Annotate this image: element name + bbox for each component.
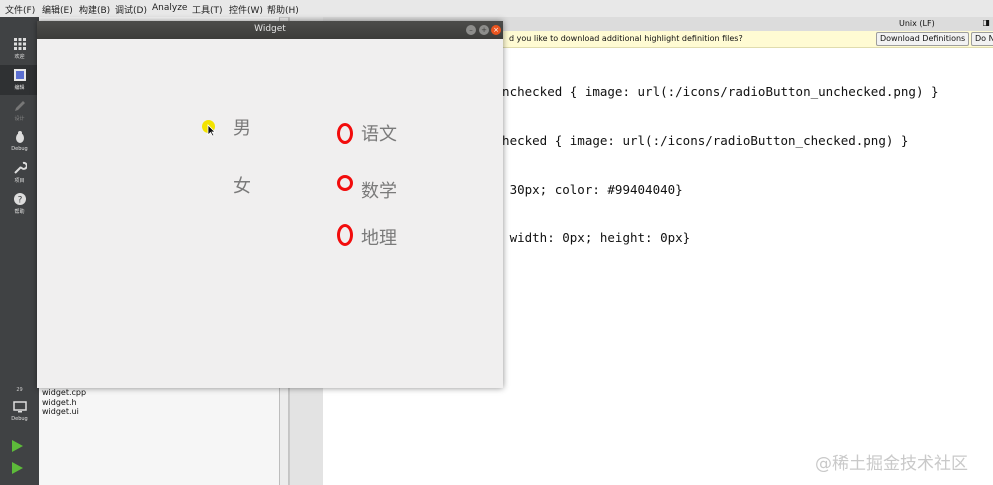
kit-label: Debug (11, 416, 28, 422)
kit-number: 29 (16, 387, 23, 393)
code-text: :unchecked { image: url(:/icons/radioBut… (487, 52, 939, 263)
mode-help[interactable]: ? 帮助 (0, 189, 39, 219)
run-icon[interactable] (12, 440, 23, 452)
help-icon: ? (13, 193, 26, 206)
file-list: widget.cpp widget.h widget.ui (42, 388, 86, 417)
mode-label: 欢迎 (14, 54, 25, 60)
mode-label: Debug (11, 146, 28, 152)
radio-math[interactable]: 数学 (361, 177, 397, 203)
mode-selector: 欢迎 编辑 设计 Debug 项目 ? 帮助 29 Debug (0, 17, 39, 485)
info-message: d you like to download additional highli… (509, 34, 743, 43)
file-item[interactable]: widget.h (42, 398, 86, 408)
code-line: e: 30px; color: #99404040} (487, 181, 683, 197)
menu-tools[interactable]: 工具(T) (192, 3, 223, 16)
file-item[interactable]: widget.ui (42, 407, 86, 417)
code-line: { width: 0px; height: 0px} (487, 230, 691, 246)
radio-male[interactable]: 男 (233, 114, 251, 140)
file-item[interactable]: widget.cpp (42, 388, 86, 398)
radio-indicator-math[interactable] (337, 175, 353, 191)
mode-label: 编辑 (14, 85, 25, 91)
bug-icon (15, 131, 24, 143)
window-title: Widget (254, 24, 286, 34)
mode-debug[interactable]: Debug (0, 127, 39, 157)
menu-build[interactable]: 构建(B) (79, 3, 110, 16)
menu-analyze[interactable]: Analyze (152, 3, 187, 13)
radio-chinese[interactable]: 语文 (361, 120, 397, 146)
pencil-icon (14, 101, 25, 111)
menu-bar: 文件(F) 编辑(E) 构建(B) 调试(D) Analyze 工具(T) 控件… (0, 0, 993, 18)
menu-file[interactable]: 文件(F) (5, 3, 35, 16)
menu-help[interactable]: 帮助(H) (267, 3, 299, 16)
debug-run-icon[interactable] (12, 462, 23, 474)
radio-indicator-geography[interactable] (337, 224, 353, 246)
mouse-cursor-icon (207, 124, 216, 137)
menu-controls[interactable]: 控件(W) (229, 3, 263, 16)
split-icon[interactable]: ◨ (982, 18, 990, 27)
minimize-button[interactable]: – (466, 25, 476, 35)
radio-indicator-chinese[interactable] (337, 123, 353, 144)
wrench-icon (13, 161, 27, 174)
grid-icon (13, 38, 26, 50)
maximize-button[interactable]: + (479, 25, 489, 35)
mode-label: 帮助 (14, 209, 25, 215)
mode-design[interactable]: 设计 (0, 96, 39, 126)
widget-window: Widget – + × (37, 21, 503, 388)
mode-edit[interactable]: 编辑 (0, 65, 39, 95)
kit-selector[interactable]: Debug (0, 397, 39, 427)
close-button[interactable]: × (491, 25, 501, 35)
code-line: :unchecked { image: url(:/icons/radioBut… (487, 84, 939, 100)
window-titlebar[interactable]: Widget – + × (37, 21, 503, 39)
mode-projects[interactable]: 项目 (0, 158, 39, 188)
code-line: :checked { image: url(:/icons/radioButto… (487, 133, 909, 149)
menu-debug[interactable]: 调试(D) (115, 3, 147, 16)
mode-label: 设计 (14, 116, 25, 122)
line-ending-select[interactable]: Unix (LF) (899, 19, 935, 28)
edit-icon (13, 69, 26, 81)
mode-label: 项目 (14, 178, 25, 184)
radio-female[interactable]: 女 (233, 172, 251, 198)
do-not-show-button[interactable]: Do N (971, 32, 993, 46)
menu-edit[interactable]: 编辑(E) (42, 3, 73, 16)
svg-text:?: ? (17, 196, 22, 206)
mode-welcome[interactable]: 欢迎 (0, 34, 39, 64)
monitor-icon (12, 401, 27, 413)
watermark: @稀土掘金技术社区 (815, 454, 968, 474)
download-definitions-button[interactable]: Download Definitions (876, 32, 970, 46)
radio-geography[interactable]: 地理 (361, 224, 397, 250)
